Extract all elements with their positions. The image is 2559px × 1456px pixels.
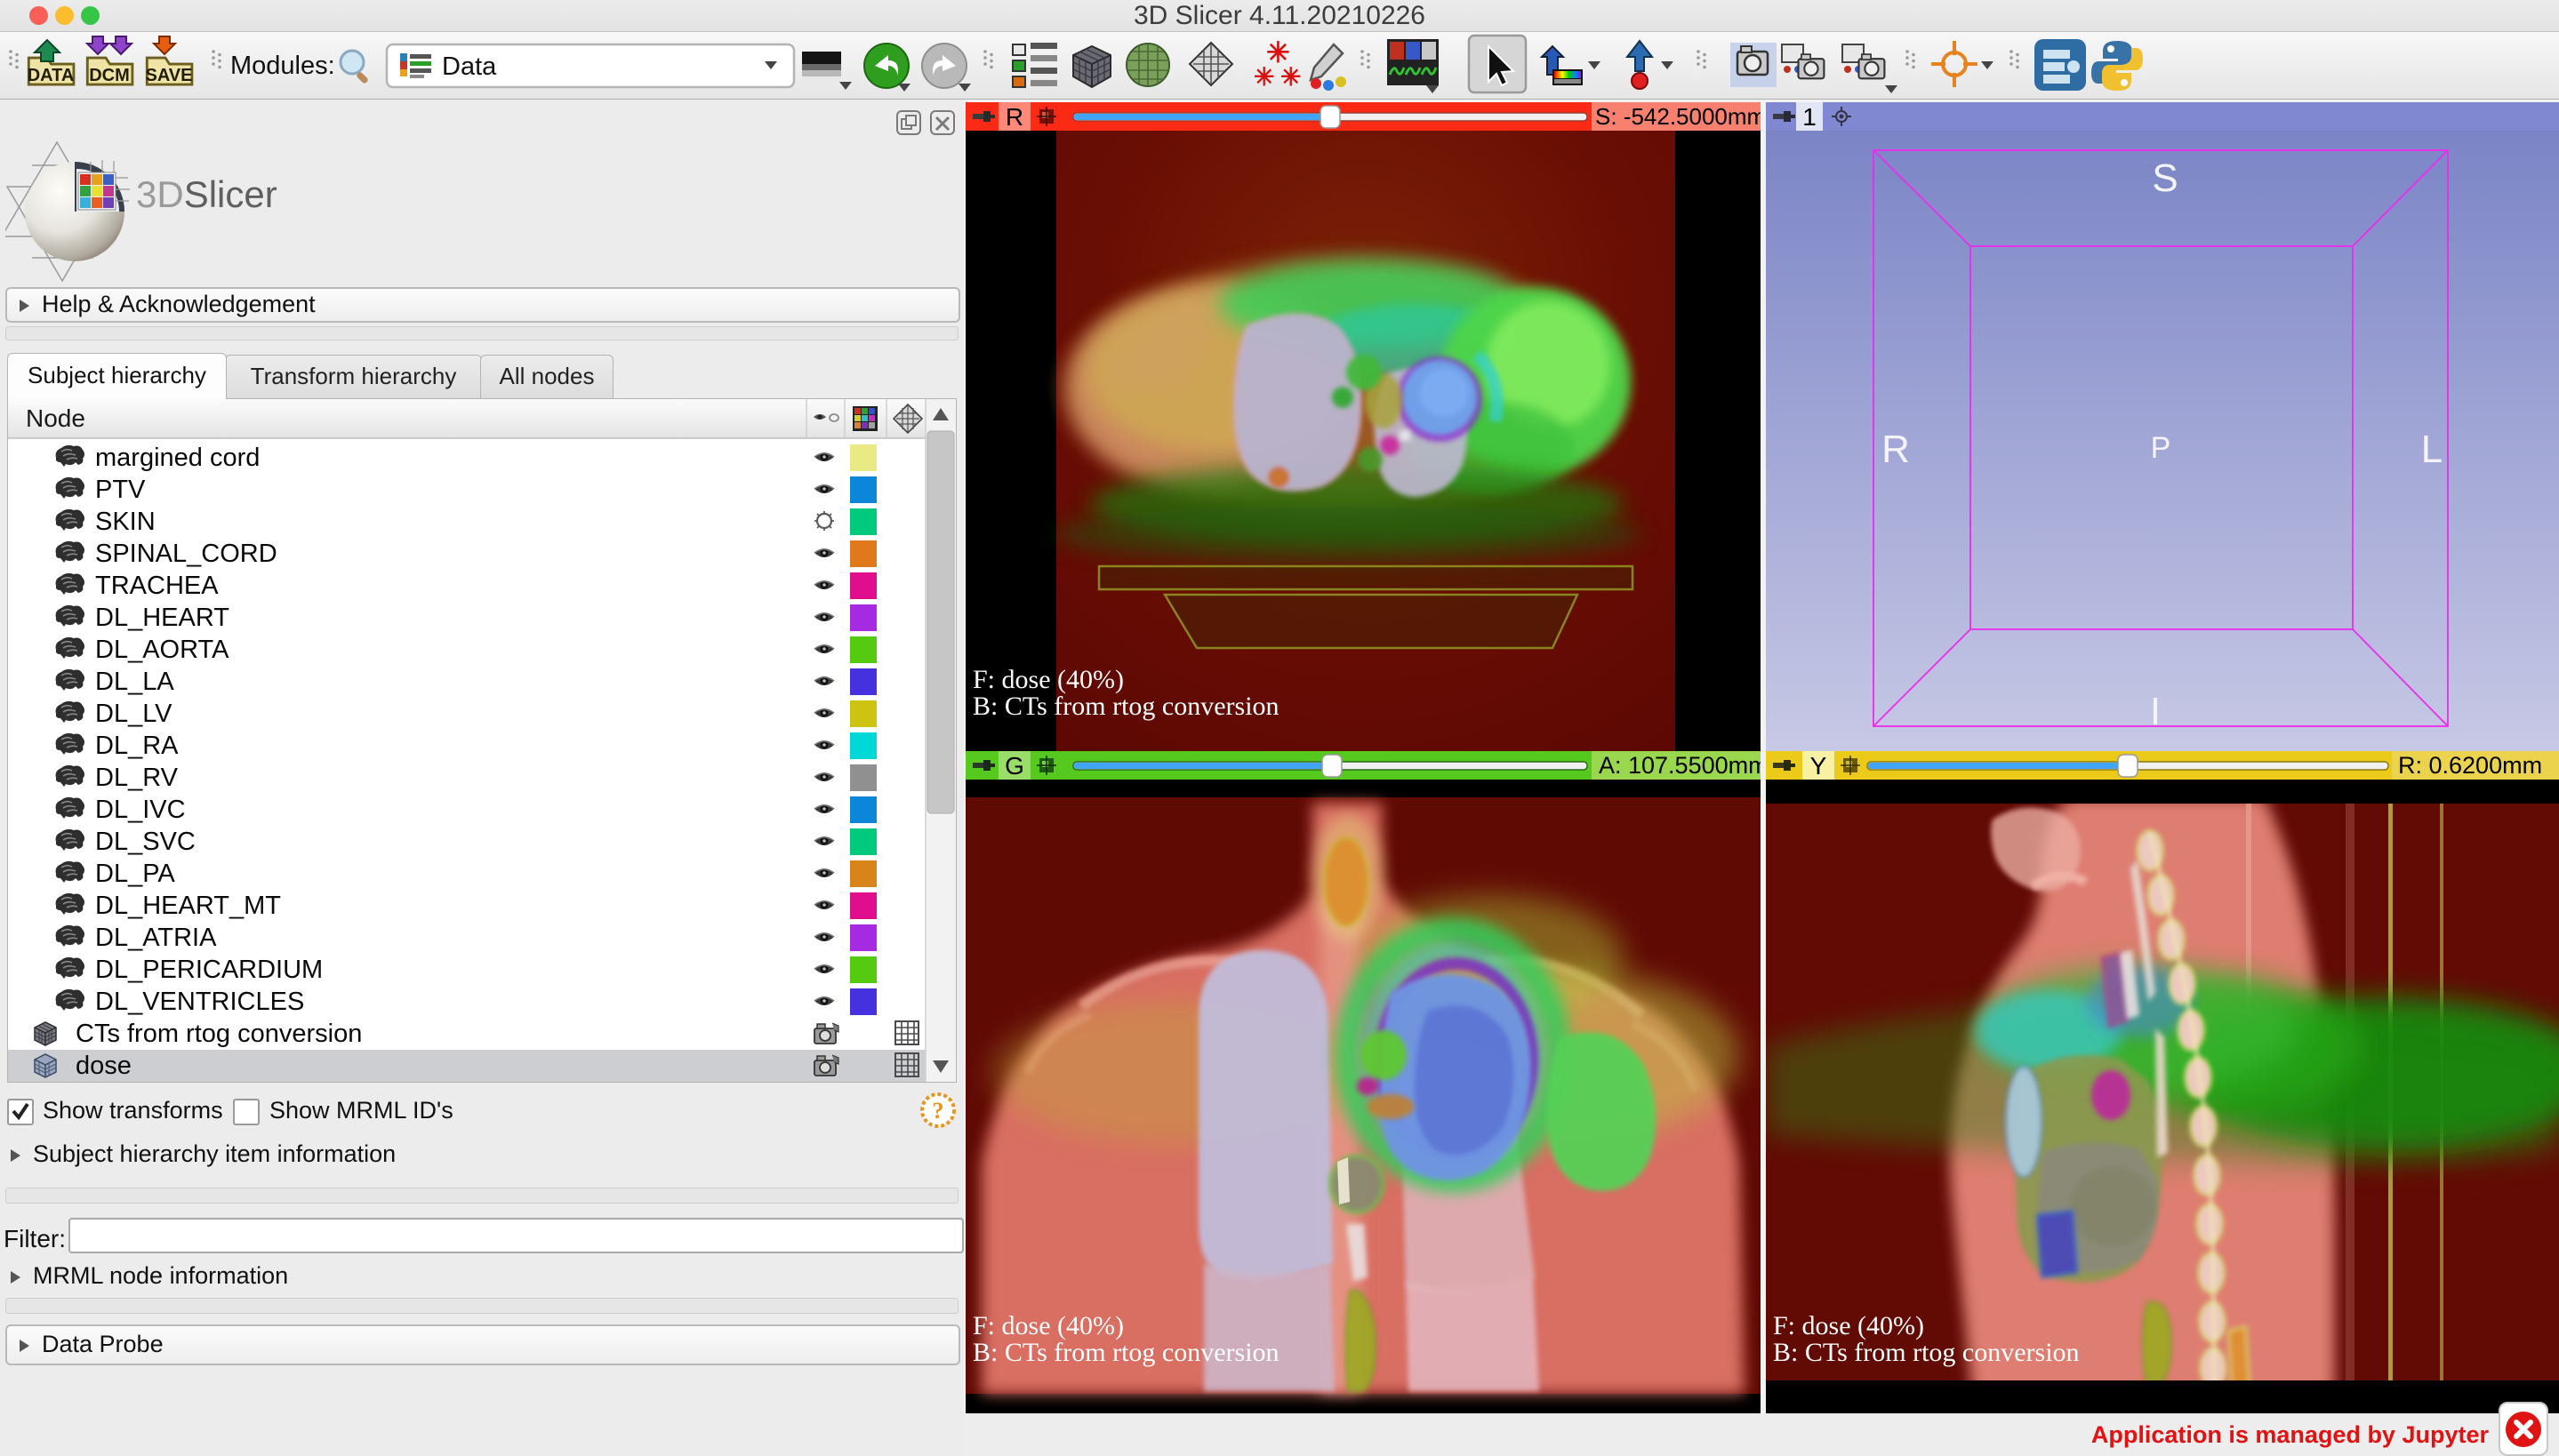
svg-text:F: dose (40%): F: dose (40%) (973, 1311, 1124, 1340)
svg-text:Node: Node (26, 404, 85, 432)
svg-text:SAVE: SAVE (146, 66, 193, 85)
svg-text:✳: ✳ (1254, 63, 1274, 91)
svg-text:PTV: PTV (95, 476, 146, 504)
svg-text:Modules:: Modules: (230, 52, 335, 80)
svg-text:margined cord: margined cord (95, 444, 260, 472)
svg-text:DL_LA: DL_LA (95, 668, 174, 696)
svg-text:DL_LV: DL_LV (95, 700, 172, 728)
svg-text:1: 1 (1802, 103, 1817, 131)
svg-text:DL_SVC: DL_SVC (95, 828, 196, 856)
svg-text:S: -542.5000mm: S: -542.5000mm (1595, 103, 1761, 130)
svg-text:Data: Data (442, 52, 497, 81)
svg-text:P: P (2151, 431, 2171, 465)
svg-text:DL_IVC: DL_IVC (95, 796, 186, 824)
svg-text:DL_VENTRICLES: DL_VENTRICLES (95, 988, 304, 1016)
svg-text:R: R (1006, 103, 1023, 131)
svg-text:DL_PA: DL_PA (95, 860, 175, 888)
svg-text:S: S (2152, 156, 2178, 200)
svg-text:CTs from rtog conversion: CTs from rtog conversion (76, 1020, 362, 1048)
svg-text:3DSlicer: 3DSlicer (136, 173, 277, 215)
svg-text:DL_HEART: DL_HEART (95, 604, 229, 632)
svg-text:DL_AORTA: DL_AORTA (95, 636, 229, 664)
svg-text:DL_HEART_MT: DL_HEART_MT (95, 892, 281, 920)
svg-text:DL_RV: DL_RV (95, 764, 179, 792)
svg-text:B: CTs from rtog conversion: B: CTs from rtog conversion (973, 692, 1280, 721)
svg-text:SKIN: SKIN (95, 508, 156, 536)
svg-text:R: 0.6200mm: R: 0.6200mm (2398, 752, 2542, 779)
svg-text:G: G (1005, 752, 1024, 780)
svg-text:L: L (2421, 428, 2443, 471)
svg-text:?: ? (933, 1098, 944, 1124)
svg-text:F: dose (40%): F: dose (40%) (1773, 1311, 1924, 1340)
svg-text:I: I (2150, 690, 2161, 733)
svg-text:F: dose (40%): F: dose (40%) (973, 665, 1124, 694)
svg-text:TRACHEA: TRACHEA (95, 572, 219, 600)
svg-text:DL_RA: DL_RA (95, 732, 179, 760)
svg-text:DCM: DCM (89, 66, 130, 85)
svg-text:SPINAL_CORD: SPINAL_CORD (95, 540, 277, 568)
svg-text:✳: ✳ (1280, 63, 1301, 91)
svg-text:R: R (1881, 428, 1910, 471)
svg-text:dose: dose (76, 1052, 132, 1080)
svg-text:B: CTs from rtog conversion: B: CTs from rtog conversion (1773, 1338, 2080, 1367)
svg-text:DL_PERICARDIUM: DL_PERICARDIUM (95, 956, 323, 984)
svg-text:A: 107.5500mm: A: 107.5500mm (1599, 752, 1761, 779)
svg-text:DL_ATRIA: DL_ATRIA (95, 924, 217, 952)
svg-text:B: CTs from rtog conversion: B: CTs from rtog conversion (973, 1338, 1280, 1367)
svg-text:DATA: DATA (28, 66, 75, 85)
svg-text:Y: Y (1810, 752, 1827, 780)
